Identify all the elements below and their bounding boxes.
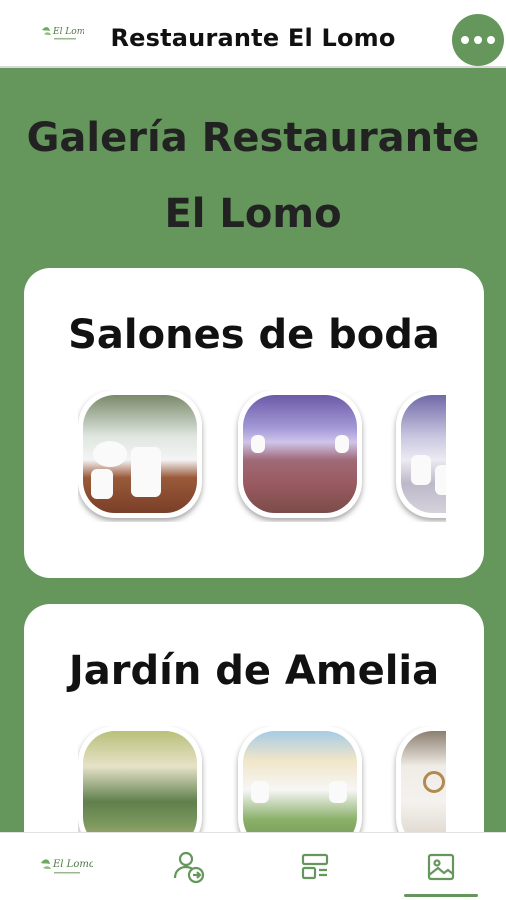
- more-dot: [487, 36, 495, 44]
- garden-image: [243, 731, 357, 832]
- nav-profile[interactable]: [126, 833, 252, 900]
- app-title: Restaurante El Lomo: [110, 24, 396, 52]
- user-arrow-icon: [173, 851, 205, 884]
- section-title: Salones de boda: [68, 312, 440, 358]
- gallery-title-line-1: Galería Restaurante: [26, 115, 480, 161]
- wedding-hall-image: [401, 395, 446, 513]
- gallery-page-title: Galería Restaurante El Lomo: [0, 100, 506, 252]
- nav-menu[interactable]: [252, 833, 378, 900]
- wedding-hall-image: [243, 395, 357, 513]
- image-carousel[interactable]: [78, 390, 446, 522]
- garden-image: [401, 731, 446, 832]
- more-options-button[interactable]: [452, 14, 504, 66]
- gallery-thumbnail[interactable]: [238, 726, 362, 832]
- more-horizontal-icon: [461, 36, 469, 44]
- gallery-thumbnail[interactable]: [78, 726, 202, 832]
- gallery-thumbnail[interactable]: [238, 390, 362, 518]
- app-header: El Lomo Restaurante El Lomo: [0, 0, 506, 68]
- gallery-scroll-area[interactable]: Galería Restaurante El Lomo Salones de b…: [0, 70, 506, 832]
- garden-image: [83, 731, 197, 832]
- bottom-navigation: El Lomo: [0, 832, 506, 900]
- image-carousel[interactable]: [78, 726, 446, 832]
- nav-home[interactable]: El Lomo: [0, 833, 126, 900]
- nav-gallery[interactable]: [378, 833, 504, 900]
- gallery-thumbnail[interactable]: [396, 726, 446, 832]
- gallery-thumbnail[interactable]: [396, 390, 446, 518]
- wedding-hall-image: [83, 395, 197, 513]
- gallery-thumbnail[interactable]: [78, 390, 202, 518]
- section-card-salones: Salones de boda: [24, 268, 484, 578]
- more-dot: [474, 36, 482, 44]
- section-title: Jardín de Amelia: [68, 648, 440, 694]
- menu-layout-icon: [301, 853, 329, 880]
- section-card-jardin: Jardín de Amelia: [24, 604, 484, 832]
- el-lomo-logo-icon: El Lomo: [41, 859, 93, 874]
- svg-text:El Lomo: El Lomo: [52, 859, 93, 870]
- gallery-image-icon: [427, 853, 455, 881]
- gallery-title-line-2: El Lomo: [164, 191, 342, 237]
